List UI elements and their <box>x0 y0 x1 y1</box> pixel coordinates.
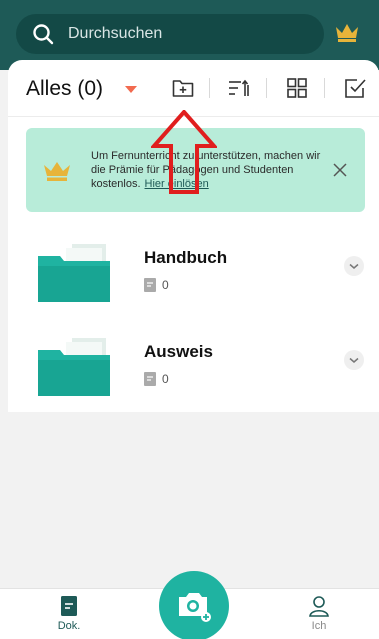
toolbar-divider <box>266 78 267 98</box>
camera-icon <box>179 593 211 622</box>
select-icon[interactable] <box>343 76 367 100</box>
toolbar-divider <box>324 78 325 98</box>
crown-icon[interactable] <box>334 21 360 43</box>
new-folder-icon[interactable] <box>171 76 195 100</box>
annotation-arrow-icon <box>151 110 217 194</box>
folder-icon <box>38 338 110 396</box>
folder-icon <box>38 244 110 302</box>
search-icon <box>33 24 54 45</box>
document-count-icon <box>144 278 156 292</box>
document-count: 0 <box>162 278 169 292</box>
folder-name: Handbuch <box>144 248 228 267</box>
search-bar[interactable]: Durchsuchen <box>16 14 324 54</box>
document-count-icon <box>144 372 156 386</box>
grid-view-icon[interactable] <box>285 76 309 100</box>
list-header: Alles (0) <box>8 60 379 116</box>
sort-icon[interactable] <box>227 76 251 100</box>
empty-area <box>8 412 379 588</box>
document-icon <box>61 596 77 616</box>
crown-icon <box>44 162 70 181</box>
dropdown-caret-icon[interactable] <box>125 86 137 93</box>
folder-meta: 0 <box>144 372 169 386</box>
user-icon <box>309 596 329 617</box>
tab-me[interactable]: Ich <box>289 595 349 632</box>
chevron-down-icon[interactable] <box>344 256 364 276</box>
page-title[interactable]: Alles (0) <box>26 77 103 101</box>
folder-meta: 0 <box>144 278 169 292</box>
tab-me-label: Ich <box>311 620 327 632</box>
tab-documents-label: Dok. <box>57 620 81 632</box>
close-icon[interactable] <box>332 162 348 178</box>
document-count: 0 <box>162 372 169 386</box>
folder-item[interactable]: Handbuch 0 <box>8 242 379 332</box>
camera-button[interactable] <box>159 571 229 639</box>
search-placeholder: Durchsuchen <box>68 25 163 42</box>
documents-panel: Alles (0) Um Fernunterricht zu unterstüt… <box>8 60 379 412</box>
toolbar-divider <box>209 78 210 98</box>
chevron-down-icon[interactable] <box>344 350 364 370</box>
tab-documents[interactable]: Dok. <box>39 595 99 632</box>
folder-name: Ausweis <box>144 342 213 361</box>
